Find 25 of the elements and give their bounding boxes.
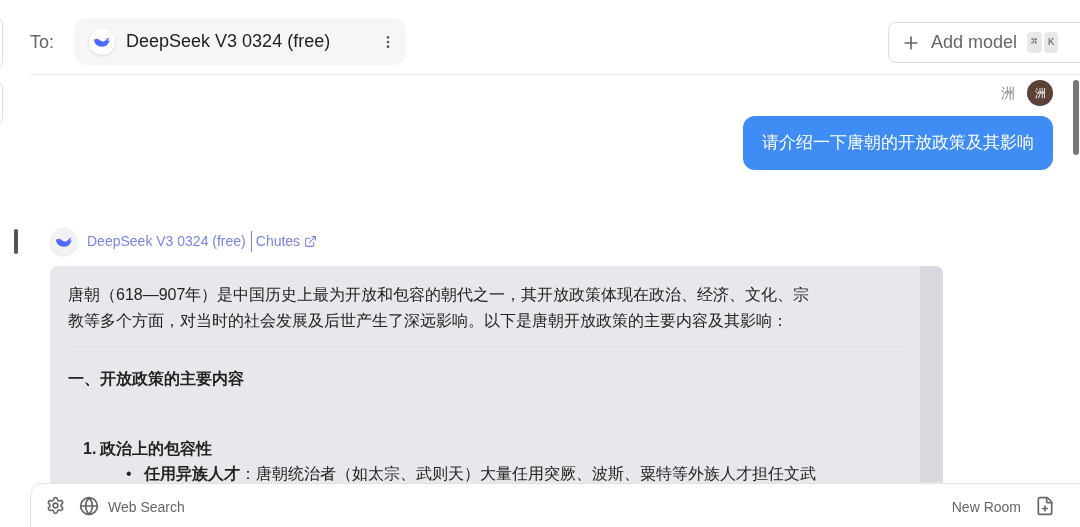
- whale-icon: [55, 236, 72, 247]
- model-chip[interactable]: DeepSeek V3 0324 (free): [74, 18, 406, 65]
- shortcut-key: K: [1043, 32, 1059, 53]
- bullet-marker: •: [126, 464, 132, 484]
- user-message-bubble: 请介绍一下唐朝的开放政策及其影响: [743, 116, 1053, 170]
- add-model-button[interactable]: Add model ⌘ K: [888, 22, 1080, 63]
- user-avatar: 洲: [1027, 80, 1053, 106]
- web-search-button[interactable]: Web Search: [108, 497, 185, 518]
- to-label: To:: [30, 31, 54, 54]
- model-provider-link[interactable]: DeepSeek V3 0324 (free) Chutes: [87, 231, 318, 252]
- new-room-icon[interactable]: [1035, 496, 1055, 516]
- bullet-text: 任用异族人才：唐朝统治者（如太宗、武则天）大量任用突厥、波斯、粟特等外族人才担任文武: [143, 464, 816, 484]
- globe-icon[interactable]: [79, 496, 99, 516]
- list-item-title: 政治上的包容性: [100, 439, 213, 459]
- whale-icon: [94, 36, 110, 47]
- section-heading: 一、开放政策的主要内容: [68, 369, 245, 389]
- active-message-indicator: [14, 229, 18, 254]
- shortcut-key: ⌘: [1027, 32, 1042, 53]
- model-name: DeepSeek V3 0324 (free): [126, 30, 331, 53]
- user-name: 洲: [1001, 83, 1015, 103]
- message-paragraph: 唐朝（618—907年）是中国历史上最为开放和包容的朝代之一，其开放政策体现在政治、经济、文化、宗教等多个方面，对当时的社会发展及后世产生了深远影响。以下是唐朝开放政策的主要内容及其影响：: [68, 285, 811, 331]
- new-room-button[interactable]: New Room: [951, 497, 1021, 518]
- external-link-icon: [304, 235, 318, 248]
- list-number: 1.: [83, 439, 97, 459]
- settings-icon[interactable]: [46, 496, 65, 515]
